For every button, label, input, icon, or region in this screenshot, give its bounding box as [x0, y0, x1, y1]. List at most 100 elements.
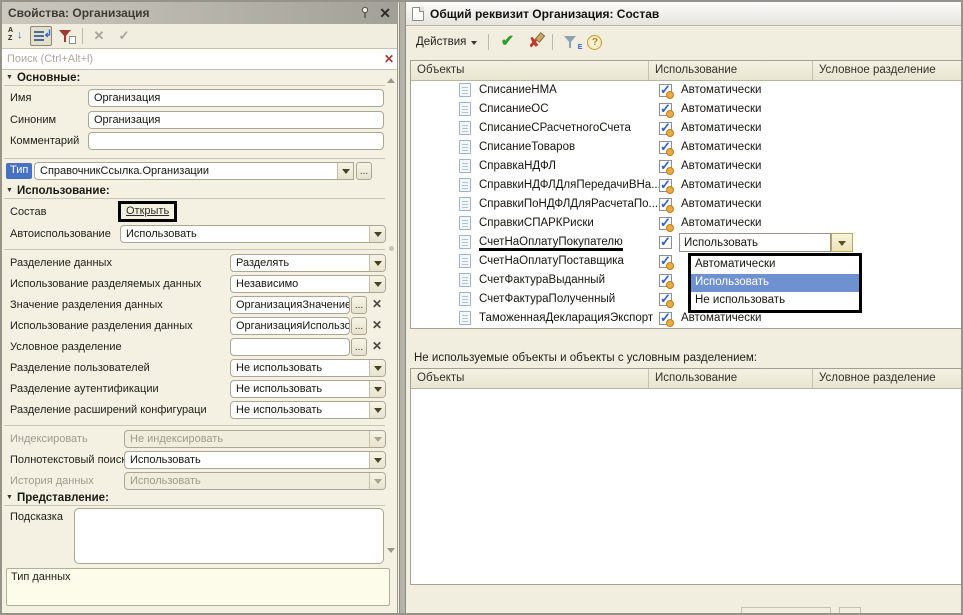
scroll-up-icon[interactable]: [387, 74, 395, 83]
search-input[interactable]: [2, 50, 381, 69]
table-row[interactable]: СписаниеСРасчетногоСчетаАвтоматически: [411, 119, 961, 138]
table-row[interactable]: СправкиСПАРКРискиАвтоматически: [411, 214, 961, 233]
data-separation-select[interactable]: Разделять: [230, 254, 386, 272]
unused-objects-label: Не используемые объекты и объекты с усло…: [414, 352, 757, 364]
dropdown-option[interactable]: Использовать: [691, 274, 859, 292]
objects-table-header: Объекты Использование Условное разделени…: [411, 61, 961, 81]
separation-value-label: Значение разделения данных: [10, 299, 163, 311]
choose-button[interactable]: ...: [351, 317, 367, 335]
fulltext-search-select[interactable]: Использовать: [124, 451, 386, 469]
table-row[interactable]: ТаможеннаяДекларацияЭкспортАвтоматически: [411, 309, 961, 328]
tooltip-textarea[interactable]: [74, 508, 384, 564]
column-objects[interactable]: Объекты: [411, 369, 649, 388]
separation-use-field[interactable]: ОрганизацияИспользова: [230, 317, 350, 335]
help-icon[interactable]: ?: [587, 35, 602, 50]
user-separation-select[interactable]: Не использовать: [230, 359, 386, 377]
properties-toolbar: AZ↓ ✕ ✓: [2, 24, 397, 49]
dropdown-option[interactable]: Автоматически: [691, 256, 859, 274]
type-combobox[interactable]: СправочникСсылка.Организации: [34, 162, 354, 180]
mark-unuse-button[interactable]: ✘: [523, 32, 545, 52]
usage-checkbox[interactable]: [659, 198, 672, 211]
dropdown-icon[interactable]: [369, 360, 385, 376]
type-edit-button[interactable]: ...: [356, 162, 372, 180]
choose-button[interactable]: ...: [351, 296, 367, 314]
filter-button[interactable]: E: [560, 32, 582, 52]
cancel-edit-button[interactable]: ✕: [88, 26, 110, 46]
dropdown-icon[interactable]: [369, 452, 385, 468]
group-by-category-button[interactable]: [30, 26, 52, 46]
choose-button[interactable]: ...: [351, 338, 367, 356]
pin-icon[interactable]: [359, 6, 371, 20]
table-row[interactable]: СчетНаОплатуПоставщика: [411, 252, 961, 271]
table-row[interactable]: СчетНаОплатуПокупателюИспользовать: [411, 233, 961, 252]
table-row[interactable]: СписаниеНМААвтоматически: [411, 81, 961, 100]
column-objects[interactable]: Объекты: [411, 61, 649, 80]
apply-edit-button[interactable]: ✓: [113, 26, 135, 46]
table-row[interactable]: СчетФактураВыданный: [411, 271, 961, 290]
filter-properties-button[interactable]: [55, 26, 77, 46]
column-usage[interactable]: Использование: [649, 61, 813, 80]
dropdown-icon[interactable]: [369, 276, 385, 292]
object-name: СписаниеТоваров: [479, 141, 575, 153]
usage-checkbox[interactable]: [659, 179, 672, 192]
section-usage[interactable]: Использование:: [6, 185, 110, 197]
close-icon[interactable]: ✕: [379, 6, 391, 20]
document-icon: [459, 235, 471, 249]
usage-checkbox[interactable]: [659, 312, 672, 325]
column-usage[interactable]: Использование: [649, 369, 813, 388]
usage-checkbox[interactable]: [659, 217, 672, 230]
column-conditional[interactable]: Условное разделение: [813, 369, 961, 388]
object-name: СправкиНДФЛДляПередачиВНа...: [479, 179, 661, 191]
name-input[interactable]: Организация: [88, 89, 384, 107]
table-row[interactable]: СписаниеТоваровАвтоматически: [411, 138, 961, 157]
comment-input[interactable]: [88, 132, 384, 150]
usage-checkbox[interactable]: [659, 255, 672, 268]
synonym-input[interactable]: Организация: [88, 111, 384, 129]
column-conditional[interactable]: Условное разделение: [813, 61, 961, 80]
table-row[interactable]: СписаниеОСАвтоматически: [411, 100, 961, 119]
scrollbar-thumb[interactable]: [389, 246, 394, 251]
dropdown-icon[interactable]: [369, 381, 385, 397]
dropdown-icon[interactable]: [369, 255, 385, 271]
usage-checkbox[interactable]: [659, 84, 672, 97]
usage-checkbox[interactable]: [659, 293, 672, 306]
panel-splitter[interactable]: [399, 2, 406, 613]
usage-checkbox[interactable]: [659, 160, 672, 173]
type-dropdown-icon[interactable]: [337, 163, 353, 179]
dropdown-option[interactable]: Не использовать: [691, 292, 859, 310]
usage-checkbox[interactable]: [659, 274, 672, 287]
document-icon: [459, 197, 471, 211]
usage-checkbox[interactable]: [659, 236, 672, 249]
usage-checkbox[interactable]: [659, 122, 672, 135]
auto-use-select[interactable]: Использовать: [120, 225, 386, 243]
mark-use-button[interactable]: ✔: [496, 32, 518, 52]
ext-separation-select[interactable]: Не использовать: [230, 401, 386, 419]
usage-combobox[interactable]: Использовать: [679, 233, 831, 252]
usage-checkbox[interactable]: [659, 103, 672, 116]
section-presentation[interactable]: Представление:: [6, 492, 109, 504]
clear-icon[interactable]: ✕: [372, 339, 382, 353]
table-row[interactable]: СправкиПоНДФЛДляРасчетаПо...Автоматическ…: [411, 195, 961, 214]
usage-dropdown-button[interactable]: [831, 233, 853, 252]
table-row[interactable]: СчетФактураПолученный: [411, 290, 961, 309]
shared-data-use-select[interactable]: Независимо: [230, 275, 386, 293]
sort-alpha-button[interactable]: AZ↓: [5, 26, 27, 46]
clear-search-icon[interactable]: ✕: [381, 52, 397, 66]
usage-checkbox[interactable]: [659, 141, 672, 154]
dropdown-icon[interactable]: [369, 402, 385, 418]
clear-icon[interactable]: ✕: [372, 297, 382, 311]
auth-separation-select[interactable]: Не использовать: [230, 380, 386, 398]
usage-value: Автоматически: [681, 103, 761, 115]
conditional-separation-field[interactable]: [230, 338, 350, 356]
actions-menu-button[interactable]: Действия: [412, 33, 481, 51]
dropdown-icon[interactable]: [369, 226, 385, 242]
table-row[interactable]: СправкаНДФЛАвтоматически: [411, 157, 961, 176]
scroll-down-icon[interactable]: [387, 548, 395, 557]
separation-value-field[interactable]: ОрганизацияЗначение: [230, 296, 350, 314]
clear-icon[interactable]: ✕: [372, 318, 382, 332]
section-main[interactable]: Основные:: [6, 72, 80, 84]
fulltext-search-label: Полнотекстовый поиск: [10, 454, 126, 466]
shared-data-use-label: Использование разделяемых данных: [10, 278, 201, 290]
composition-open-link[interactable]: Открыть: [126, 205, 169, 217]
table-row[interactable]: СправкиНДФЛДляПередачиВНа...Автоматическ…: [411, 176, 961, 195]
